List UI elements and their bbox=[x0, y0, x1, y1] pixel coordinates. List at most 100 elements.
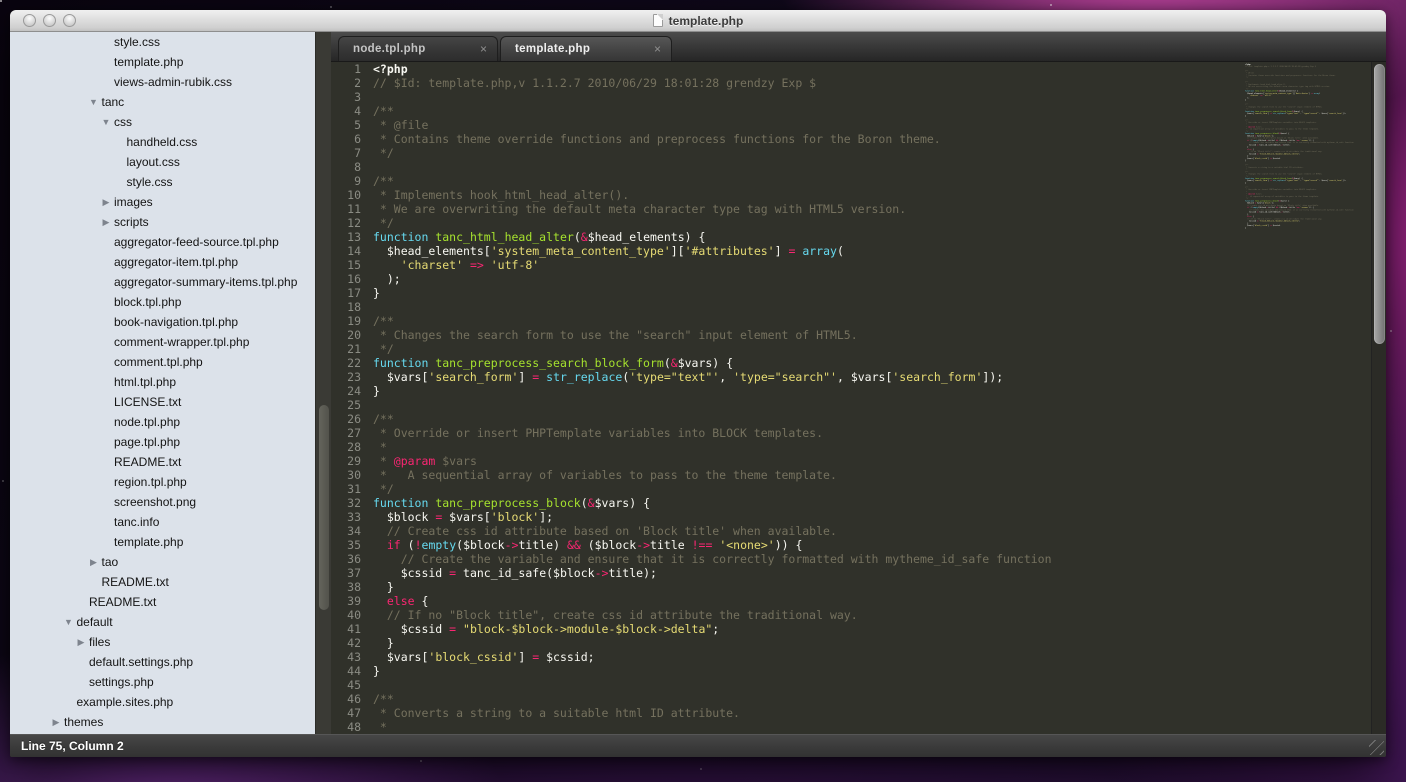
code-line[interactable]: $vars['block_cssid'] = $cssid; bbox=[373, 650, 1371, 664]
tree-item-files[interactable]: ▶files bbox=[10, 632, 315, 652]
minimap[interactable]: <?php// $Id: template.php,v 1.1.2.7 2010… bbox=[1245, 63, 1371, 734]
tree-item-tanc[interactable]: ▼tanc bbox=[10, 92, 315, 112]
tree-item-settings-php[interactable]: settings.php bbox=[10, 672, 315, 692]
code-line[interactable]: * A sequential array of variables to pas… bbox=[373, 468, 1371, 482]
code-line[interactable]: $vars['search_form'] = str_replace('type… bbox=[373, 370, 1371, 384]
tree-item-example-sites-php[interactable]: example.sites.php bbox=[10, 692, 315, 712]
minimize-button[interactable] bbox=[43, 14, 56, 27]
code-area[interactable]: 1234567891011121314151617181920212223242… bbox=[331, 62, 1371, 734]
tree-item-template-php[interactable]: template.php bbox=[10, 52, 315, 72]
disclosure-triangle-icon[interactable]: ▶ bbox=[100, 192, 112, 212]
tree-item-comment-tpl-php[interactable]: comment.tpl.php bbox=[10, 352, 315, 372]
code-line[interactable]: <?php bbox=[373, 62, 1371, 76]
editor-scrollbar-thumb[interactable] bbox=[1374, 64, 1385, 344]
code-line[interactable]: * We are overwriting the default meta ch… bbox=[373, 202, 1371, 216]
code-line[interactable]: /** bbox=[373, 412, 1371, 426]
titlebar[interactable]: template.php bbox=[10, 10, 1386, 32]
code-line[interactable]: } bbox=[373, 286, 1371, 300]
code-line[interactable]: */ bbox=[373, 342, 1371, 356]
code-line[interactable]: $cssid = tanc_id_safe($block->title); bbox=[373, 566, 1371, 580]
code-line[interactable]: } bbox=[373, 664, 1371, 678]
resize-grip-icon[interactable] bbox=[1369, 740, 1384, 755]
disclosure-triangle-icon[interactable]: ▼ bbox=[63, 612, 75, 632]
tree-item-style-css[interactable]: style.css bbox=[10, 172, 315, 192]
editor-scrollbar[interactable] bbox=[1371, 62, 1386, 734]
code-line[interactable]: $cssid = "block-$block->module-$block->d… bbox=[373, 622, 1371, 636]
code-line[interactable] bbox=[373, 398, 1371, 412]
tab-template-php[interactable]: template.php× bbox=[500, 36, 672, 61]
tree-item-comment-wrapper-tpl-php[interactable]: comment-wrapper.tpl.php bbox=[10, 332, 315, 352]
code-line[interactable] bbox=[373, 90, 1371, 104]
disclosure-triangle-icon[interactable]: ▶ bbox=[75, 632, 87, 652]
tree-item-css[interactable]: ▼css bbox=[10, 112, 315, 132]
disclosure-triangle-icon[interactable]: ▼ bbox=[88, 92, 100, 112]
code-line[interactable] bbox=[373, 300, 1371, 314]
code-line[interactable]: * bbox=[373, 720, 1371, 734]
code-line[interactable]: * Converts a string to a suitable html I… bbox=[373, 706, 1371, 720]
code-line[interactable]: * Override or insert PHPTemplate variabl… bbox=[373, 426, 1371, 440]
code-line[interactable]: * @param $vars bbox=[373, 454, 1371, 468]
code-line[interactable]: } bbox=[373, 384, 1371, 398]
tree-item-handheld-css[interactable]: handheld.css bbox=[10, 132, 315, 152]
tree-item-region-tpl-php[interactable]: region.tpl.php bbox=[10, 472, 315, 492]
tree-item-page-tpl-php[interactable]: page.tpl.php bbox=[10, 432, 315, 452]
tree-item-themes[interactable]: ▶themes bbox=[10, 712, 315, 732]
tree-item-html-tpl-php[interactable]: html.tpl.php bbox=[10, 372, 315, 392]
code-line[interactable]: /** bbox=[373, 314, 1371, 328]
tree-item-default-settings-php[interactable]: default.settings.php bbox=[10, 652, 315, 672]
code-line[interactable]: ); bbox=[373, 272, 1371, 286]
tree-item-template-php[interactable]: template.php bbox=[10, 532, 315, 552]
tree-item-block-tpl-php[interactable]: block.tpl.php bbox=[10, 292, 315, 312]
sidebar-scrollbar[interactable] bbox=[315, 32, 331, 734]
code-line[interactable]: // Create css id attribute based on 'Blo… bbox=[373, 524, 1371, 538]
tree-item-views-admin-rubik-css[interactable]: views-admin-rubik.css bbox=[10, 72, 315, 92]
code-line[interactable]: */ bbox=[373, 146, 1371, 160]
tree-item-style-css[interactable]: style.css bbox=[10, 32, 315, 52]
code-line[interactable]: /** bbox=[373, 104, 1371, 118]
tab-close-icon[interactable]: × bbox=[478, 43, 489, 55]
code-line[interactable]: * Changes the search form to use the "se… bbox=[373, 328, 1371, 342]
code-line[interactable]: } bbox=[373, 636, 1371, 650]
code-view[interactable]: <?php// $Id: template.php,v 1.1.2.7 2010… bbox=[361, 62, 1371, 734]
code-line[interactable]: /** bbox=[373, 692, 1371, 706]
tree-item-scripts[interactable]: ▶scripts bbox=[10, 212, 315, 232]
code-line[interactable]: // Create the variable and ensure that i… bbox=[373, 552, 1371, 566]
tree-item-aggregator-summary-items-tpl-php[interactable]: aggregator-summary-items.tpl.php bbox=[10, 272, 315, 292]
tree-item-aggregator-item-tpl-php[interactable]: aggregator-item.tpl.php bbox=[10, 252, 315, 272]
code-line[interactable] bbox=[373, 160, 1371, 174]
tree-item-node-tpl-php[interactable]: node.tpl.php bbox=[10, 412, 315, 432]
code-line[interactable]: * bbox=[373, 440, 1371, 454]
tab-close-icon[interactable]: × bbox=[652, 43, 663, 55]
tree-item-aggregator-feed-source-tpl-php[interactable]: aggregator-feed-source.tpl.php bbox=[10, 232, 315, 252]
close-button[interactable] bbox=[23, 14, 36, 27]
code-line[interactable]: function tanc_html_head_alter(&$head_ele… bbox=[373, 230, 1371, 244]
tree-item-book-navigation-tpl-php[interactable]: book-navigation.tpl.php bbox=[10, 312, 315, 332]
code-line[interactable]: $block = $vars['block']; bbox=[373, 510, 1371, 524]
code-line[interactable] bbox=[373, 678, 1371, 692]
tree-item-layout-css[interactable]: layout.css bbox=[10, 152, 315, 172]
tree-item-readme-txt[interactable]: README.txt bbox=[10, 592, 315, 612]
code-line[interactable]: 'charset' => 'utf-8' bbox=[373, 258, 1371, 272]
tree-item-tanc-info[interactable]: tanc.info bbox=[10, 512, 315, 532]
disclosure-triangle-icon[interactable]: ▼ bbox=[100, 112, 112, 132]
code-line[interactable]: $head_elements['system_meta_content_type… bbox=[373, 244, 1371, 258]
code-line[interactable]: * @file bbox=[373, 118, 1371, 132]
code-line[interactable]: * Contains theme override functions and … bbox=[373, 132, 1371, 146]
tree-item-readme-txt[interactable]: README.txt bbox=[10, 572, 315, 592]
zoom-button[interactable] bbox=[63, 14, 76, 27]
tree-item-readme-txt[interactable]: README.txt bbox=[10, 452, 315, 472]
sidebar-scrollbar-thumb[interactable] bbox=[319, 405, 329, 610]
code-line[interactable]: /** bbox=[373, 174, 1371, 188]
code-line[interactable]: */ bbox=[373, 482, 1371, 496]
code-line[interactable]: } bbox=[373, 580, 1371, 594]
code-line[interactable]: if (!empty($block->title) && ($block->ti… bbox=[373, 538, 1371, 552]
tree-item-screenshot-png[interactable]: screenshot.png bbox=[10, 492, 315, 512]
tree-item-default[interactable]: ▼default bbox=[10, 612, 315, 632]
tree-item-tao[interactable]: ▶tao bbox=[10, 552, 315, 572]
code-line[interactable]: // If no "Block title", create css id at… bbox=[373, 608, 1371, 622]
code-line[interactable]: function tanc_preprocess_block(&$vars) { bbox=[373, 496, 1371, 510]
code-line[interactable]: * Implements hook_html_head_alter(). bbox=[373, 188, 1371, 202]
code-line[interactable]: */ bbox=[373, 216, 1371, 230]
disclosure-triangle-icon[interactable]: ▶ bbox=[100, 212, 112, 232]
disclosure-triangle-icon[interactable]: ▶ bbox=[50, 712, 62, 732]
